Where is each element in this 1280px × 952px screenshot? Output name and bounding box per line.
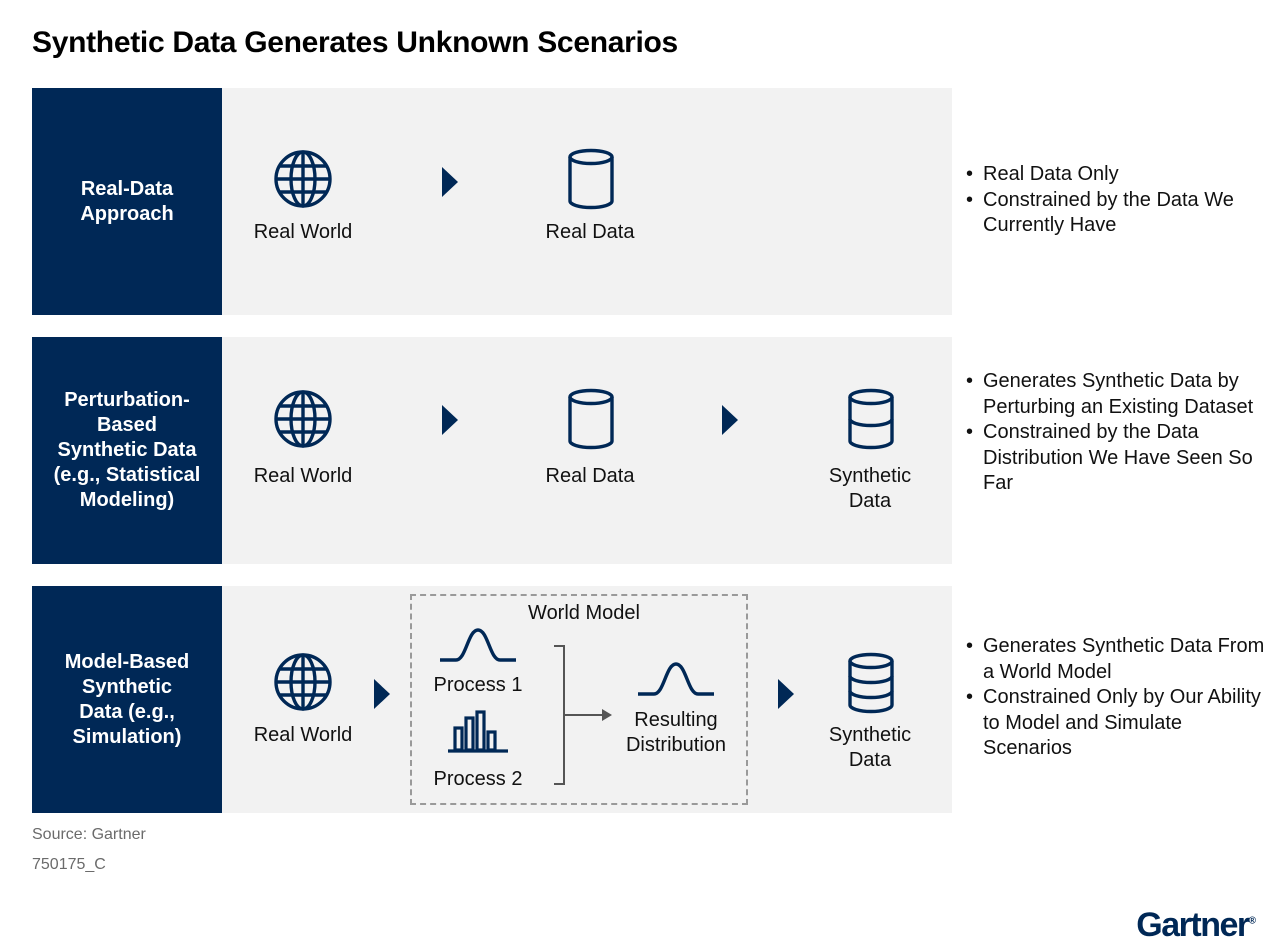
right-arrow-icon	[374, 679, 390, 709]
document-id: 750175_C	[32, 856, 106, 873]
row-label: Model-Based Synthetic Data (e.g., Simula…	[32, 586, 222, 813]
row-label: Perturbation- Based Synthetic Data (e.g.…	[32, 337, 222, 564]
bullet-item: Generates Synthetic Data by Perturbing a…	[966, 369, 1266, 420]
globe-icon	[273, 389, 333, 449]
logo-mark: ®	[1248, 915, 1256, 927]
bullet-item: Constrained by the Data Distribution We …	[966, 420, 1266, 497]
row-perturbation-based: Perturbation- Based Synthetic Data (e.g.…	[32, 337, 952, 564]
row-model-based: Model-Based Synthetic Data (e.g., Simula…	[32, 586, 952, 813]
bar-chart-icon	[446, 708, 510, 754]
right-arrow-icon	[442, 405, 458, 435]
bullets-perturbation: Generates Synthetic Data by Perturbing a…	[966, 369, 1266, 497]
real-data-caption: Real Data	[545, 221, 635, 243]
process-2-caption: Process 2	[433, 768, 523, 790]
page-title: Synthetic Data Generates Unknown Scenari…	[32, 26, 678, 59]
real-world-caption: Real World	[253, 724, 353, 746]
bullet-item: Constrained Only by Our Ability to Model…	[966, 685, 1266, 762]
synthetic-data-caption: Synthetic Data	[828, 724, 912, 771]
synthetic-data-caption: Synthetic Data	[828, 465, 912, 512]
resulting-distribution-caption: Resulting Distribution	[625, 709, 727, 756]
cylinder-icon	[566, 388, 616, 450]
real-world-caption: Real World	[253, 221, 353, 243]
bullets-real-data: Real Data Only Constrained by the Data W…	[966, 162, 1266, 239]
right-arrow-icon	[778, 679, 794, 709]
right-arrow-icon	[442, 167, 458, 197]
bracket-connector	[552, 644, 622, 786]
gartner-logo: Gartner®	[1136, 906, 1256, 945]
process-1-caption: Process 1	[433, 674, 523, 696]
cylinder-icon	[566, 148, 616, 210]
globe-icon	[273, 149, 333, 209]
bell-curve-icon	[438, 626, 518, 664]
bullets-model-based: Generates Synthetic Data From a World Mo…	[966, 634, 1266, 762]
database-stack-icon	[846, 388, 896, 450]
bell-curve-icon	[636, 660, 716, 698]
real-data-caption: Real Data	[545, 465, 635, 487]
database-stack-icon	[846, 652, 896, 714]
bullet-item: Real Data Only	[966, 162, 1266, 188]
row-panel	[222, 337, 952, 564]
bullet-item: Constrained by the Data We Currently Hav…	[966, 188, 1266, 239]
bullet-item: Generates Synthetic Data From a World Mo…	[966, 634, 1266, 685]
globe-icon	[273, 652, 333, 712]
right-arrow-icon	[722, 405, 738, 435]
world-model-title: World Model	[528, 602, 640, 624]
row-label: Real-Data Approach	[32, 88, 222, 315]
row-real-data-approach: Real-Data Approach Real World Real Data	[32, 88, 952, 315]
real-world-caption: Real World	[253, 465, 353, 487]
source-text: Source: Gartner	[32, 826, 146, 843]
logo-text: Gartner	[1136, 906, 1250, 944]
